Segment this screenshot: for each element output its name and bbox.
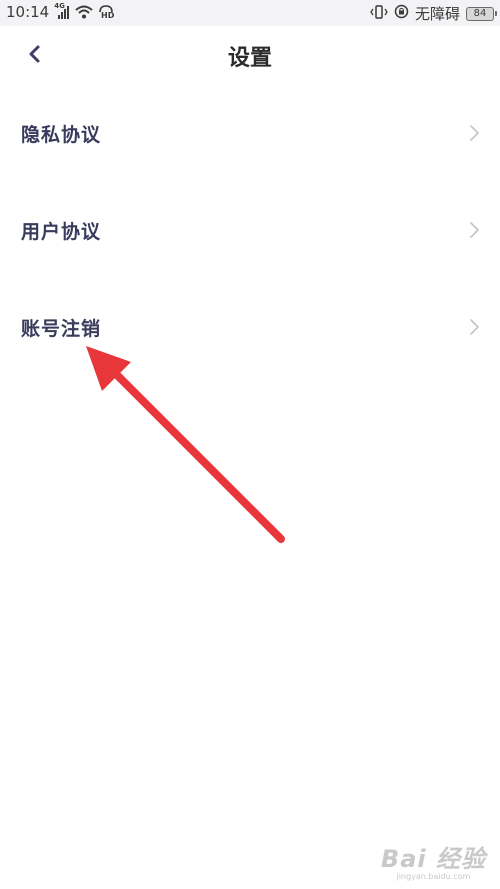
accessibility-label: 无障碍: [414, 5, 460, 23]
watermark-url: jingyan.baidu.com: [396, 872, 471, 881]
watermark: Bai 经验 jingyan.baidu.com: [381, 839, 486, 881]
page-title: 设置: [227, 46, 272, 71]
status-time: 10:14: [6, 3, 50, 21]
chevron-right-icon: [470, 125, 479, 141]
rotation-lock-icon: [394, 4, 409, 23]
nav-header: 设置: [0, 26, 500, 84]
vibrate-icon: [370, 4, 388, 23]
menu-item-user-agreement[interactable]: 用户协议: [0, 181, 500, 278]
svg-text:HD: HD: [101, 11, 114, 20]
menu-item-label: 用户协议: [21, 221, 102, 243]
chevron-right-icon: [470, 222, 479, 238]
settings-menu: 隐私协议 用户协议 账号注销: [0, 84, 500, 375]
status-bar: 10:14 4G HD 无障碍 84: [0, 0, 500, 26]
battery-indicator: 84: [466, 6, 497, 21]
menu-item-label: 隐私协议: [21, 124, 102, 146]
wifi-icon: [75, 5, 93, 19]
menu-item-label: 账号注销: [21, 318, 102, 340]
menu-item-account-cancellation[interactable]: 账号注销: [0, 278, 500, 375]
chevron-right-icon: [470, 319, 479, 335]
cellular-signal-icon: 4G: [54, 2, 70, 20]
status-left: 10:14 4G HD: [6, 2, 114, 21]
watermark-logo: Bai 经验: [380, 845, 486, 873]
status-right: 无障碍 84: [370, 3, 497, 24]
hd-voice-icon: HD: [98, 4, 114, 20]
menu-item-privacy-policy[interactable]: 隐私协议: [0, 84, 500, 181]
